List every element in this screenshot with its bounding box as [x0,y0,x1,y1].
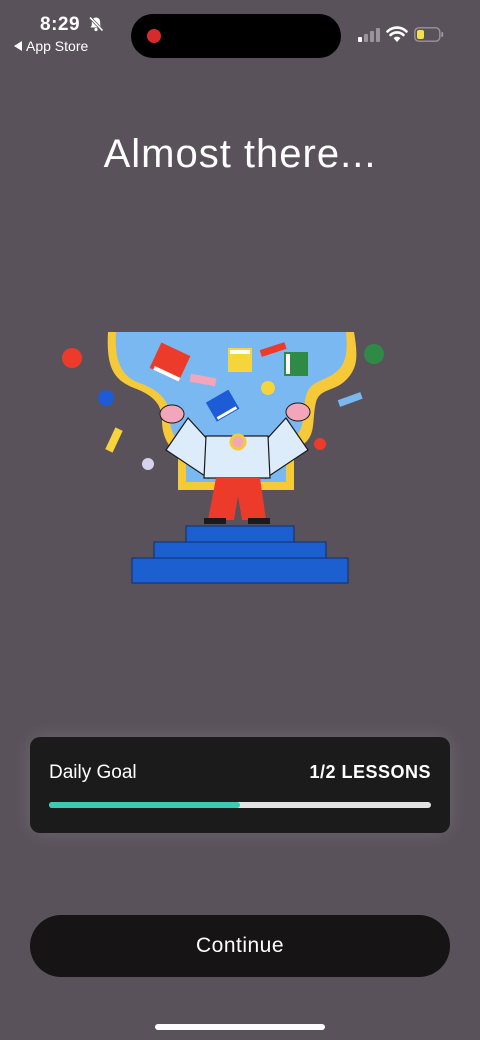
status-time: 8:29 [40,14,81,35]
back-app-label: App Store [26,38,89,54]
back-to-app-store-link[interactable]: App Store [14,38,88,54]
continue-button[interactable]: Continue [30,915,450,977]
battery-icon [414,27,444,42]
cellular-signal-icon [358,28,380,42]
daily-goal-card: Daily Goal 1/2 LESSONS [30,737,450,833]
daily-goal-count: 1/2 LESSONS [309,762,431,782]
wifi-icon [386,26,408,42]
status-bar: 8:29 App Store [0,0,480,60]
bell-slash-icon [88,16,104,32]
back-arrow-icon [14,41,22,51]
dynamic-island [131,14,341,58]
daily-goal-progress-fill [49,802,240,808]
home-indicator[interactable] [155,1024,325,1030]
celebration-illustration [62,332,384,584]
page-title: Almost there... [103,132,377,176]
daily-goal-progress-bar [49,802,431,808]
daily-goal-label: Daily Goal [49,762,137,783]
recording-indicator-icon [147,29,161,43]
